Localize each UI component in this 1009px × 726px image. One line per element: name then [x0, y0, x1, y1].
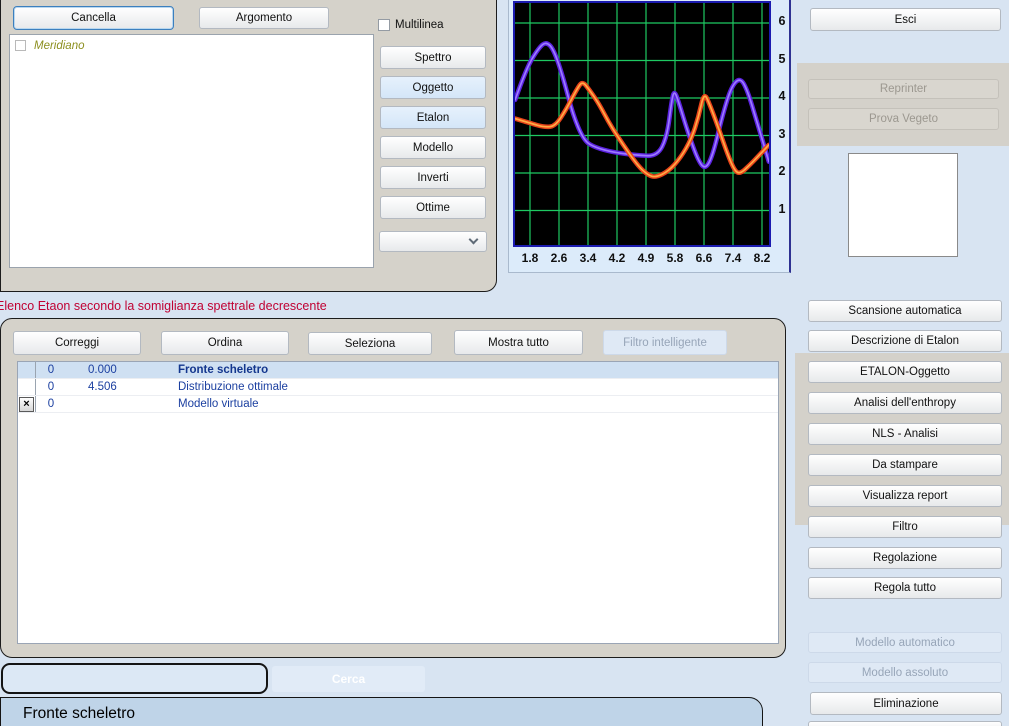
- esci-button[interactable]: Esci: [810, 8, 1001, 31]
- etalon-results-table[interactable]: 0 0.000 Fronte scheletro 0 4.506 Distrib…: [17, 361, 779, 644]
- da-stampare-button[interactable]: Da stampare: [808, 454, 1002, 476]
- y-axis-label: 1: [773, 202, 791, 216]
- app-window: Cancella Argomento Multilinea Meridiano …: [0, 0, 1009, 726]
- disabled-group-background: [797, 63, 1009, 146]
- x-axis-label: 8.2: [748, 251, 776, 265]
- chevron-down-icon: [469, 235, 479, 245]
- reprinter-button: Reprinter: [808, 79, 999, 99]
- argomento-button[interactable]: Argomento: [199, 7, 329, 29]
- modello-button[interactable]: Modello: [380, 136, 486, 159]
- x-axis-label: 1.8: [516, 251, 544, 265]
- table-row[interactable]: 0 0.000 Fronte scheletro: [18, 362, 778, 379]
- etalon-list-heading: Elenco Etaon secondo la somiglianza spet…: [0, 299, 327, 313]
- filtro-intelligente-button: Filtro intelligente: [603, 330, 727, 355]
- row-value: 0.000: [66, 364, 172, 376]
- modello-assoluto-button: Modello assoluto: [808, 662, 1002, 683]
- x-axis-label: 4.2: [603, 251, 631, 265]
- y-axis-label: 3: [773, 127, 791, 141]
- selected-item-title: Fronte scheletro: [23, 705, 135, 723]
- multilinea-label: Multilinea: [395, 19, 444, 31]
- descrizione-di-etalon-button[interactable]: Descrizione di Etalon: [808, 330, 1002, 352]
- table-row[interactable]: 0 4.506 Distribuzione ottimale: [18, 379, 778, 396]
- y-axis-label: 5: [773, 52, 791, 66]
- x-axis-label: 7.4: [719, 251, 747, 265]
- y-axis-label: 6: [773, 14, 791, 28]
- y-axis-label: 2: [773, 164, 791, 178]
- eliminazione-button[interactable]: Eliminazione: [810, 692, 1002, 715]
- x-axis-label: 4.9: [632, 251, 660, 265]
- correggi-button[interactable]: Correggi: [13, 331, 141, 355]
- mostra-tutto-button[interactable]: Mostra tutto: [454, 330, 583, 355]
- row-name: Fronte scheletro: [172, 364, 778, 376]
- empty-dropdown[interactable]: [379, 231, 487, 252]
- selection-panel: Cancella Argomento Multilinea Meridiano …: [0, 0, 497, 292]
- spettro-button[interactable]: Spettro: [380, 46, 486, 69]
- seleziona-button[interactable]: Seleziona: [308, 332, 432, 355]
- analisi-enthropy-button[interactable]: Analisi dell'enthropy: [808, 392, 1002, 414]
- row-name: Distribuzione ottimale: [172, 381, 778, 393]
- row-count: 0: [36, 398, 66, 410]
- filtro-button[interactable]: Filtro: [808, 516, 1002, 538]
- oggetto-button[interactable]: Oggetto: [380, 76, 486, 99]
- regolazione-button[interactable]: Regolazione: [808, 547, 1002, 569]
- visualizza-report-button[interactable]: Visualizza report: [808, 485, 1002, 507]
- partial-bottom-button[interactable]: [808, 721, 1002, 726]
- meridiano-label: Meridiano: [34, 40, 85, 52]
- spectrum-chart-panel: 1 2 3 4 5 6 1.82.63.44.24.95.86.67.48.2: [508, 0, 791, 273]
- row-value: 4.506: [66, 381, 172, 393]
- regola-tutto-button[interactable]: Regola tutto: [808, 577, 1002, 599]
- etalon-table-panel: Correggi Ordina Seleziona Mostra tutto F…: [0, 318, 786, 658]
- cancella-button[interactable]: Cancella: [13, 6, 174, 30]
- x-mark-icon[interactable]: ×: [19, 397, 34, 412]
- y-axis-label: 4: [773, 89, 791, 103]
- row-count: 0: [36, 381, 66, 393]
- x-axis-label: 6.6: [690, 251, 718, 265]
- cerca-button[interactable]: Cerca: [272, 666, 425, 692]
- meridiano-listbox[interactable]: Meridiano: [9, 34, 374, 268]
- table-row[interactable]: × 0 Modello virtuale: [18, 396, 778, 413]
- inverti-button[interactable]: Inverti: [380, 166, 486, 189]
- x-axis-label: 2.6: [545, 251, 573, 265]
- etalon-oggetto-button[interactable]: ETALON-Oggetto: [808, 361, 1002, 383]
- row-count: 0: [36, 364, 66, 376]
- spectrum-curves: [515, 3, 769, 245]
- spectrum-plot: [513, 1, 771, 247]
- x-axis-label: 5.8: [661, 251, 689, 265]
- search-input[interactable]: [1, 663, 268, 694]
- footer-band: Fronte scheletro: [0, 697, 763, 726]
- ottime-button[interactable]: Ottime: [380, 196, 486, 219]
- meridiano-checkbox[interactable]: [15, 40, 26, 51]
- preview-box: [848, 153, 958, 257]
- scansione-automatica-button[interactable]: Scansione automatica: [808, 300, 1002, 322]
- modello-automatico-button: Modello automatico: [808, 632, 1002, 653]
- ordina-button[interactable]: Ordina: [161, 331, 289, 355]
- x-axis-label: 3.4: [574, 251, 602, 265]
- etalon-button[interactable]: Etalon: [380, 106, 486, 129]
- multilinea-checkbox[interactable]: [378, 19, 390, 31]
- prova-vegeto-button: Prova Vegeto: [808, 108, 999, 130]
- nls-analisi-button[interactable]: NLS - Analisi: [808, 423, 1002, 445]
- list-item[interactable]: Meridiano: [15, 38, 85, 53]
- row-name: Modello virtuale: [172, 398, 778, 410]
